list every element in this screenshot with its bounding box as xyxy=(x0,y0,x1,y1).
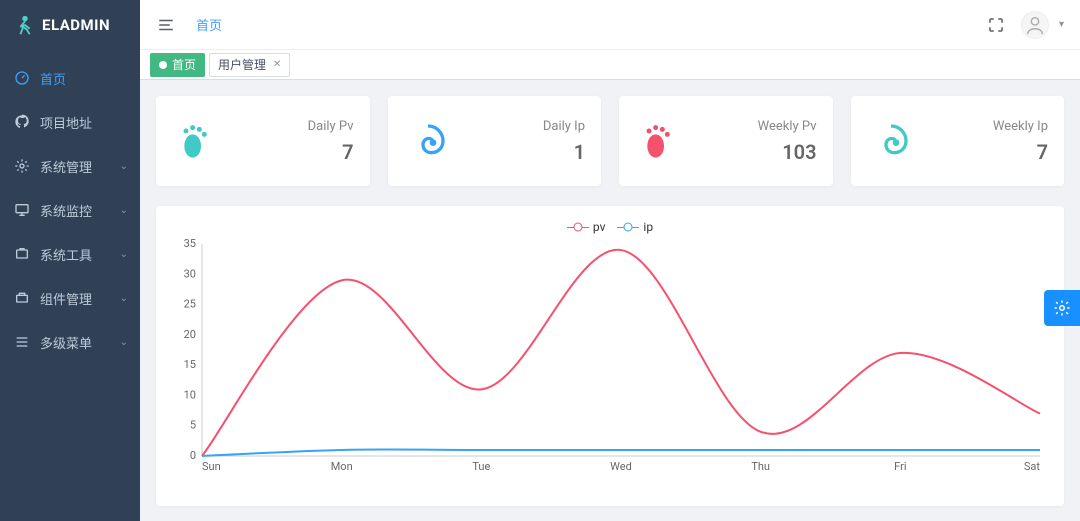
sidebar-item-6[interactable]: 多级菜单 ⌄ xyxy=(0,320,140,364)
svg-text:0: 0 xyxy=(190,449,196,462)
chevron-down-icon: ⌄ xyxy=(120,293,128,304)
svg-text:Fri: Fri xyxy=(894,460,906,473)
svg-text:10: 10 xyxy=(184,388,196,401)
foot-icon xyxy=(172,117,220,165)
sidebar-item-5[interactable]: 组件管理 ⌄ xyxy=(0,276,140,320)
stat-card-3[interactable]: Weekly Ip 7 xyxy=(851,96,1065,186)
logo-icon xyxy=(14,14,36,36)
stat-card-value: 1 xyxy=(543,140,585,164)
svg-text:Thu: Thu xyxy=(751,460,770,473)
sidebar-item-3[interactable]: 系统监控 ⌄ xyxy=(0,188,140,232)
sidebar-item-label: 多级菜单 xyxy=(40,333,92,352)
menu-icon xyxy=(14,334,30,350)
close-icon[interactable]: ✕ xyxy=(273,59,281,70)
dashboard-icon xyxy=(14,70,30,86)
tab-label: 用户管理 xyxy=(218,56,266,73)
svg-text:5: 5 xyxy=(190,419,196,432)
stat-card-value: 7 xyxy=(308,140,354,164)
app-logo[interactable]: ELADMIN xyxy=(0,0,140,50)
sidebar-item-2[interactable]: 系统管理 ⌄ xyxy=(0,144,140,188)
github-icon xyxy=(14,114,30,130)
tab-label: 首页 xyxy=(172,56,196,73)
stat-card-label: Daily Ip xyxy=(543,119,585,134)
chart-panel: pv ip 0 5 10 15 20 25 30 35 Sun Mon Tue Wed Thu Fri Sat xyxy=(156,206,1064,506)
sidebar-item-label: 系统工具 xyxy=(40,245,92,264)
tool-icon xyxy=(14,246,30,262)
legend-marker xyxy=(617,222,639,232)
user-dropdown-caret[interactable]: ▾ xyxy=(1059,19,1064,30)
main-content: Daily Pv 7 Daily Ip 1 Weekly Pv 103 Weekly Ip 7… xyxy=(140,80,1080,521)
tab-1[interactable]: 用户管理 ✕ xyxy=(209,53,290,77)
sidebar-item-label: 系统管理 xyxy=(40,157,92,176)
legend-item-ip[interactable]: ip xyxy=(617,220,653,234)
svg-text:Sun: Sun xyxy=(202,460,221,473)
stat-card-label: Weekly Pv xyxy=(758,119,817,134)
tabs-bar: 首页 用户管理 ✕ xyxy=(140,50,1080,80)
stat-card-1[interactable]: Daily Ip 1 xyxy=(388,96,602,186)
sidebar-item-label: 系统监控 xyxy=(40,201,92,220)
stat-card-0[interactable]: Daily Pv 7 xyxy=(156,96,370,186)
stat-card-body: Weekly Pv 103 xyxy=(758,119,817,164)
header-right: ▾ xyxy=(987,11,1064,39)
stat-card-value: 7 xyxy=(993,140,1048,164)
theme-settings-button[interactable] xyxy=(1044,290,1080,326)
sidebar-item-label: 首页 xyxy=(40,69,66,88)
monitor-icon xyxy=(14,202,30,218)
gear-icon xyxy=(14,158,30,174)
stat-card-label: Daily Pv xyxy=(308,119,354,134)
stat-card-body: Weekly Ip 7 xyxy=(993,119,1048,164)
chart-area: 0 5 10 15 20 25 30 35 Sun Mon Tue Wed Thu Fri Sat xyxy=(174,238,1046,478)
svg-text:Tue: Tue xyxy=(472,460,490,473)
chevron-down-icon: ⌄ xyxy=(120,337,128,348)
chevron-down-icon: ⌄ xyxy=(120,205,128,216)
stat-card-value: 103 xyxy=(758,140,817,164)
stat-card-body: Daily Ip 1 xyxy=(543,119,585,164)
sidebar-item-4[interactable]: 系统工具 ⌄ xyxy=(0,232,140,276)
legend-label: pv xyxy=(593,220,606,234)
chevron-down-icon: ⌄ xyxy=(120,249,128,260)
stat-card-body: Daily Pv 7 xyxy=(308,119,354,164)
legend-item-pv[interactable]: pv xyxy=(567,220,606,234)
chevron-down-icon: ⌄ xyxy=(120,161,128,172)
header: 首页 ▾ xyxy=(140,0,1080,50)
legend-label: ip xyxy=(643,220,653,234)
svg-text:20: 20 xyxy=(184,328,196,341)
swirl-icon xyxy=(404,117,452,165)
legend-marker xyxy=(567,222,589,232)
gear-icon xyxy=(1053,299,1071,317)
svg-text:35: 35 xyxy=(184,238,196,250)
app-name: ELADMIN xyxy=(42,16,110,34)
swirl-icon xyxy=(867,117,915,165)
chart-svg: 0 5 10 15 20 25 30 35 Sun Mon Tue Wed Thu Fri Sat xyxy=(174,238,1046,478)
stat-cards: Daily Pv 7 Daily Ip 1 Weekly Pv 103 Weekly Ip 7 xyxy=(156,96,1064,186)
nav-list: 首页项目地址系统管理 ⌄ 系统监控 ⌄ 系统工具 ⌄ 组件管理 ⌄ 多级菜单 ⌄ xyxy=(0,50,140,364)
sidebar-item-label: 组件管理 xyxy=(40,289,92,308)
sidebar-item-0[interactable]: 首页 xyxy=(0,56,140,100)
component-icon xyxy=(14,290,30,306)
svg-text:15: 15 xyxy=(184,358,196,371)
svg-text:Mon: Mon xyxy=(331,460,353,473)
stat-card-label: Weekly Ip xyxy=(993,119,1048,134)
stat-card-2[interactable]: Weekly Pv 103 xyxy=(619,96,833,186)
tab-0[interactable]: 首页 xyxy=(150,53,205,77)
chart-legend: pv ip xyxy=(174,220,1046,234)
fullscreen-button[interactable] xyxy=(987,16,1005,34)
sidebar-item-label: 项目地址 xyxy=(40,113,92,132)
svg-text:25: 25 xyxy=(184,298,196,311)
svg-text:Sat: Sat xyxy=(1024,460,1041,473)
sidebar: ELADMIN 首页项目地址系统管理 ⌄ 系统监控 ⌄ 系统工具 ⌄ 组件管理 ⌄ 多级菜单 ⌄ xyxy=(0,0,140,521)
tab-active-dot xyxy=(159,61,167,69)
avatar-icon xyxy=(1024,14,1046,36)
breadcrumb[interactable]: 首页 xyxy=(196,15,222,34)
svg-text:30: 30 xyxy=(184,267,196,280)
foot-icon xyxy=(635,117,683,165)
user-avatar[interactable] xyxy=(1021,11,1049,39)
collapse-sidebar-button[interactable] xyxy=(156,15,176,35)
sidebar-item-1[interactable]: 项目地址 xyxy=(0,100,140,144)
svg-text:Wed: Wed xyxy=(610,460,632,473)
